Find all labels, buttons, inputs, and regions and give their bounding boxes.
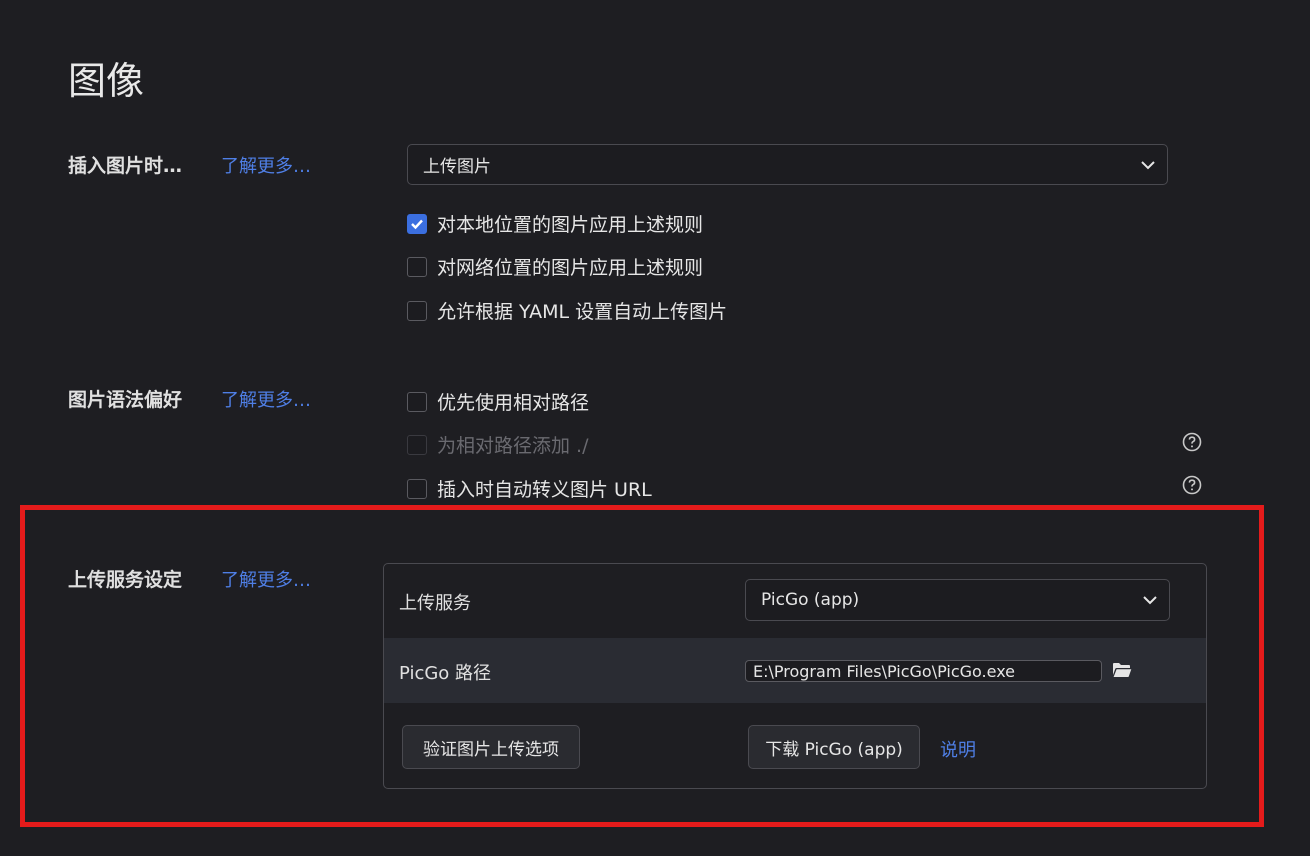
download-picgo-button[interactable]: 下载 PicGo (app): [748, 725, 920, 769]
chevron-down-icon: [1143, 596, 1157, 605]
picgo-path-input[interactable]: [745, 660, 1102, 682]
apply-network-images-label: 对网络位置的图片应用上述规则: [437, 257, 704, 279]
apply-local-images-label: 对本地位置的图片应用上述规则: [437, 214, 704, 236]
yaml-auto-upload-checkbox[interactable]: [407, 300, 427, 321]
escape-image-url-label: 插入时自动转义图片 URL: [437, 479, 652, 501]
insert-action-select[interactable]: 上传图片: [407, 144, 1168, 185]
prefer-relative-path-option[interactable]: 优先使用相对路径: [407, 388, 589, 415]
apply-network-images-option[interactable]: 对网络位置的图片应用上述规则: [407, 253, 703, 280]
apply-local-images-option[interactable]: 对本地位置的图片应用上述规则: [407, 210, 703, 237]
page-title: 图像: [68, 59, 145, 103]
prefer-relative-path-label: 优先使用相对路径: [437, 392, 590, 414]
apply-local-images-checkbox[interactable]: [407, 213, 427, 234]
checkmark-icon: [411, 219, 423, 229]
help-icon[interactable]: [1182, 475, 1202, 495]
escape-image-url-option[interactable]: 插入时自动转义图片 URL: [407, 475, 652, 502]
folder-icon[interactable]: [1112, 661, 1132, 679]
upload-service-value: PicGo (app): [761, 590, 860, 610]
instructions-link[interactable]: 说明: [940, 736, 976, 762]
escape-image-url-checkbox[interactable]: [407, 478, 427, 499]
verify-upload-options-button[interactable]: 验证图片上传选项: [402, 725, 580, 769]
insert-action-value: 上传图片: [423, 157, 491, 177]
chevron-down-icon: [1141, 160, 1155, 169]
add-dot-slash-label: 为相对路径添加 ./: [437, 435, 589, 457]
upload-service-select[interactable]: PicGo (app): [745, 579, 1170, 621]
add-dot-slash-option: 为相对路径添加 ./: [407, 431, 588, 458]
yaml-auto-upload-label: 允许根据 YAML 设置自动上传图片: [437, 301, 728, 323]
syntax-learn-more-link[interactable]: 了解更多…: [221, 386, 311, 412]
upload-learn-more-link[interactable]: 了解更多…: [221, 566, 311, 592]
picgo-path-label: PicGo 路径: [399, 663, 492, 684]
add-dot-slash-checkbox: [407, 434, 427, 455]
insert-learn-more-link[interactable]: 了解更多…: [221, 152, 311, 178]
upload-service-settings-label: 上传服务设定: [68, 569, 183, 591]
yaml-auto-upload-option[interactable]: 允许根据 YAML 设置自动上传图片: [407, 297, 727, 324]
prefer-relative-path-checkbox[interactable]: [407, 391, 427, 412]
apply-network-images-checkbox[interactable]: [407, 256, 427, 277]
syntax-preference-label: 图片语法偏好: [68, 389, 183, 411]
upload-service-label: 上传服务: [399, 593, 471, 614]
help-icon[interactable]: [1182, 432, 1202, 452]
insert-image-label: 插入图片时…: [68, 155, 183, 177]
